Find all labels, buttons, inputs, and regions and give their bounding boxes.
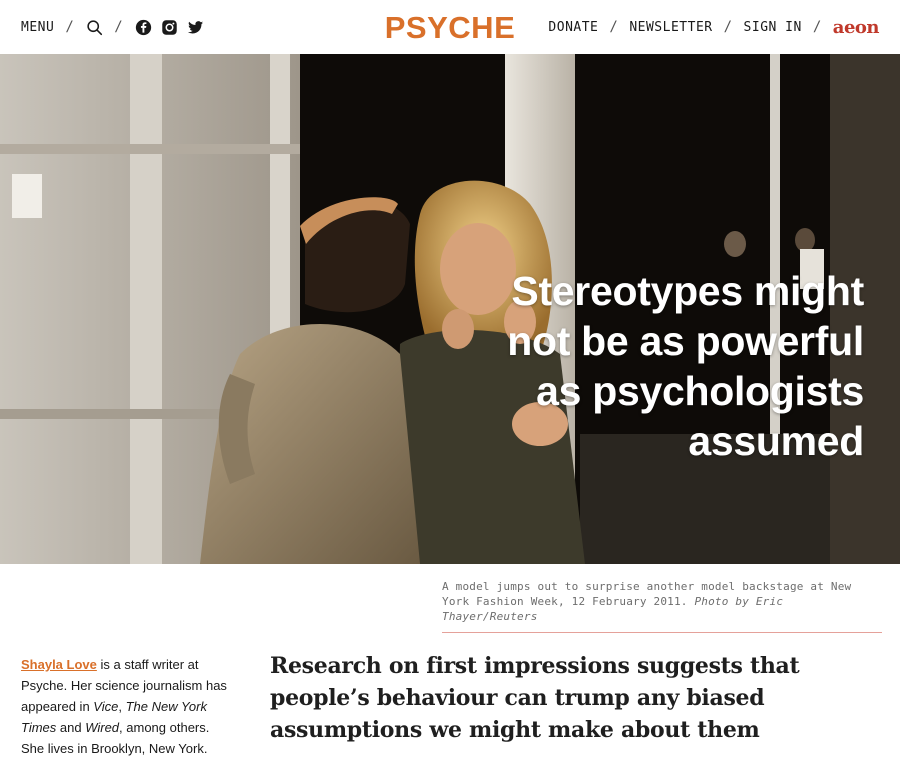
header-right: DONATE / NEWSLETTER / SIGN IN / aeon [548,17,879,38]
donate-link[interactable]: DONATE [548,20,598,35]
search-icon[interactable] [85,18,103,36]
separator: / [609,19,619,35]
article-standfirst: Research on first impressions suggests t… [270,653,800,743]
bottom-fade [0,755,900,775]
header-left: MENU / / [21,18,212,36]
separator: / [114,19,124,35]
bio-text: and [56,720,86,735]
separator: / [812,19,822,35]
hero-image: Stereotypes might not be as powerful as … [0,54,900,564]
site-header: MENU / / PSYCHE DONATE / NEWSLETTER / SI… [0,0,900,54]
separator: / [65,19,75,35]
instagram-icon[interactable] [160,18,178,36]
facebook-icon[interactable] [134,18,152,36]
image-caption: A model jumps out to surprise another mo… [442,579,882,633]
site-logo[interactable]: PSYCHE [385,10,515,46]
newsletter-link[interactable]: NEWSLETTER [629,20,712,35]
article-title: Stereotypes might not be as powerful as … [507,268,864,464]
author-bio: Shayla Love is a staff writer at Psyche.… [21,654,236,759]
publication-vice: Vice [93,699,119,714]
menu-button[interactable]: MENU [21,20,54,35]
bio-text: , [118,699,126,714]
separator: / [723,19,733,35]
sign-in-link[interactable]: SIGN IN [744,20,802,35]
author-link[interactable]: Shayla Love [21,657,97,672]
publication-wired: Wired [85,720,120,735]
caption-text: A model jumps out to surprise another mo… [442,580,852,608]
aeon-logo[interactable]: aeon [833,17,880,38]
twitter-icon[interactable] [186,18,204,36]
